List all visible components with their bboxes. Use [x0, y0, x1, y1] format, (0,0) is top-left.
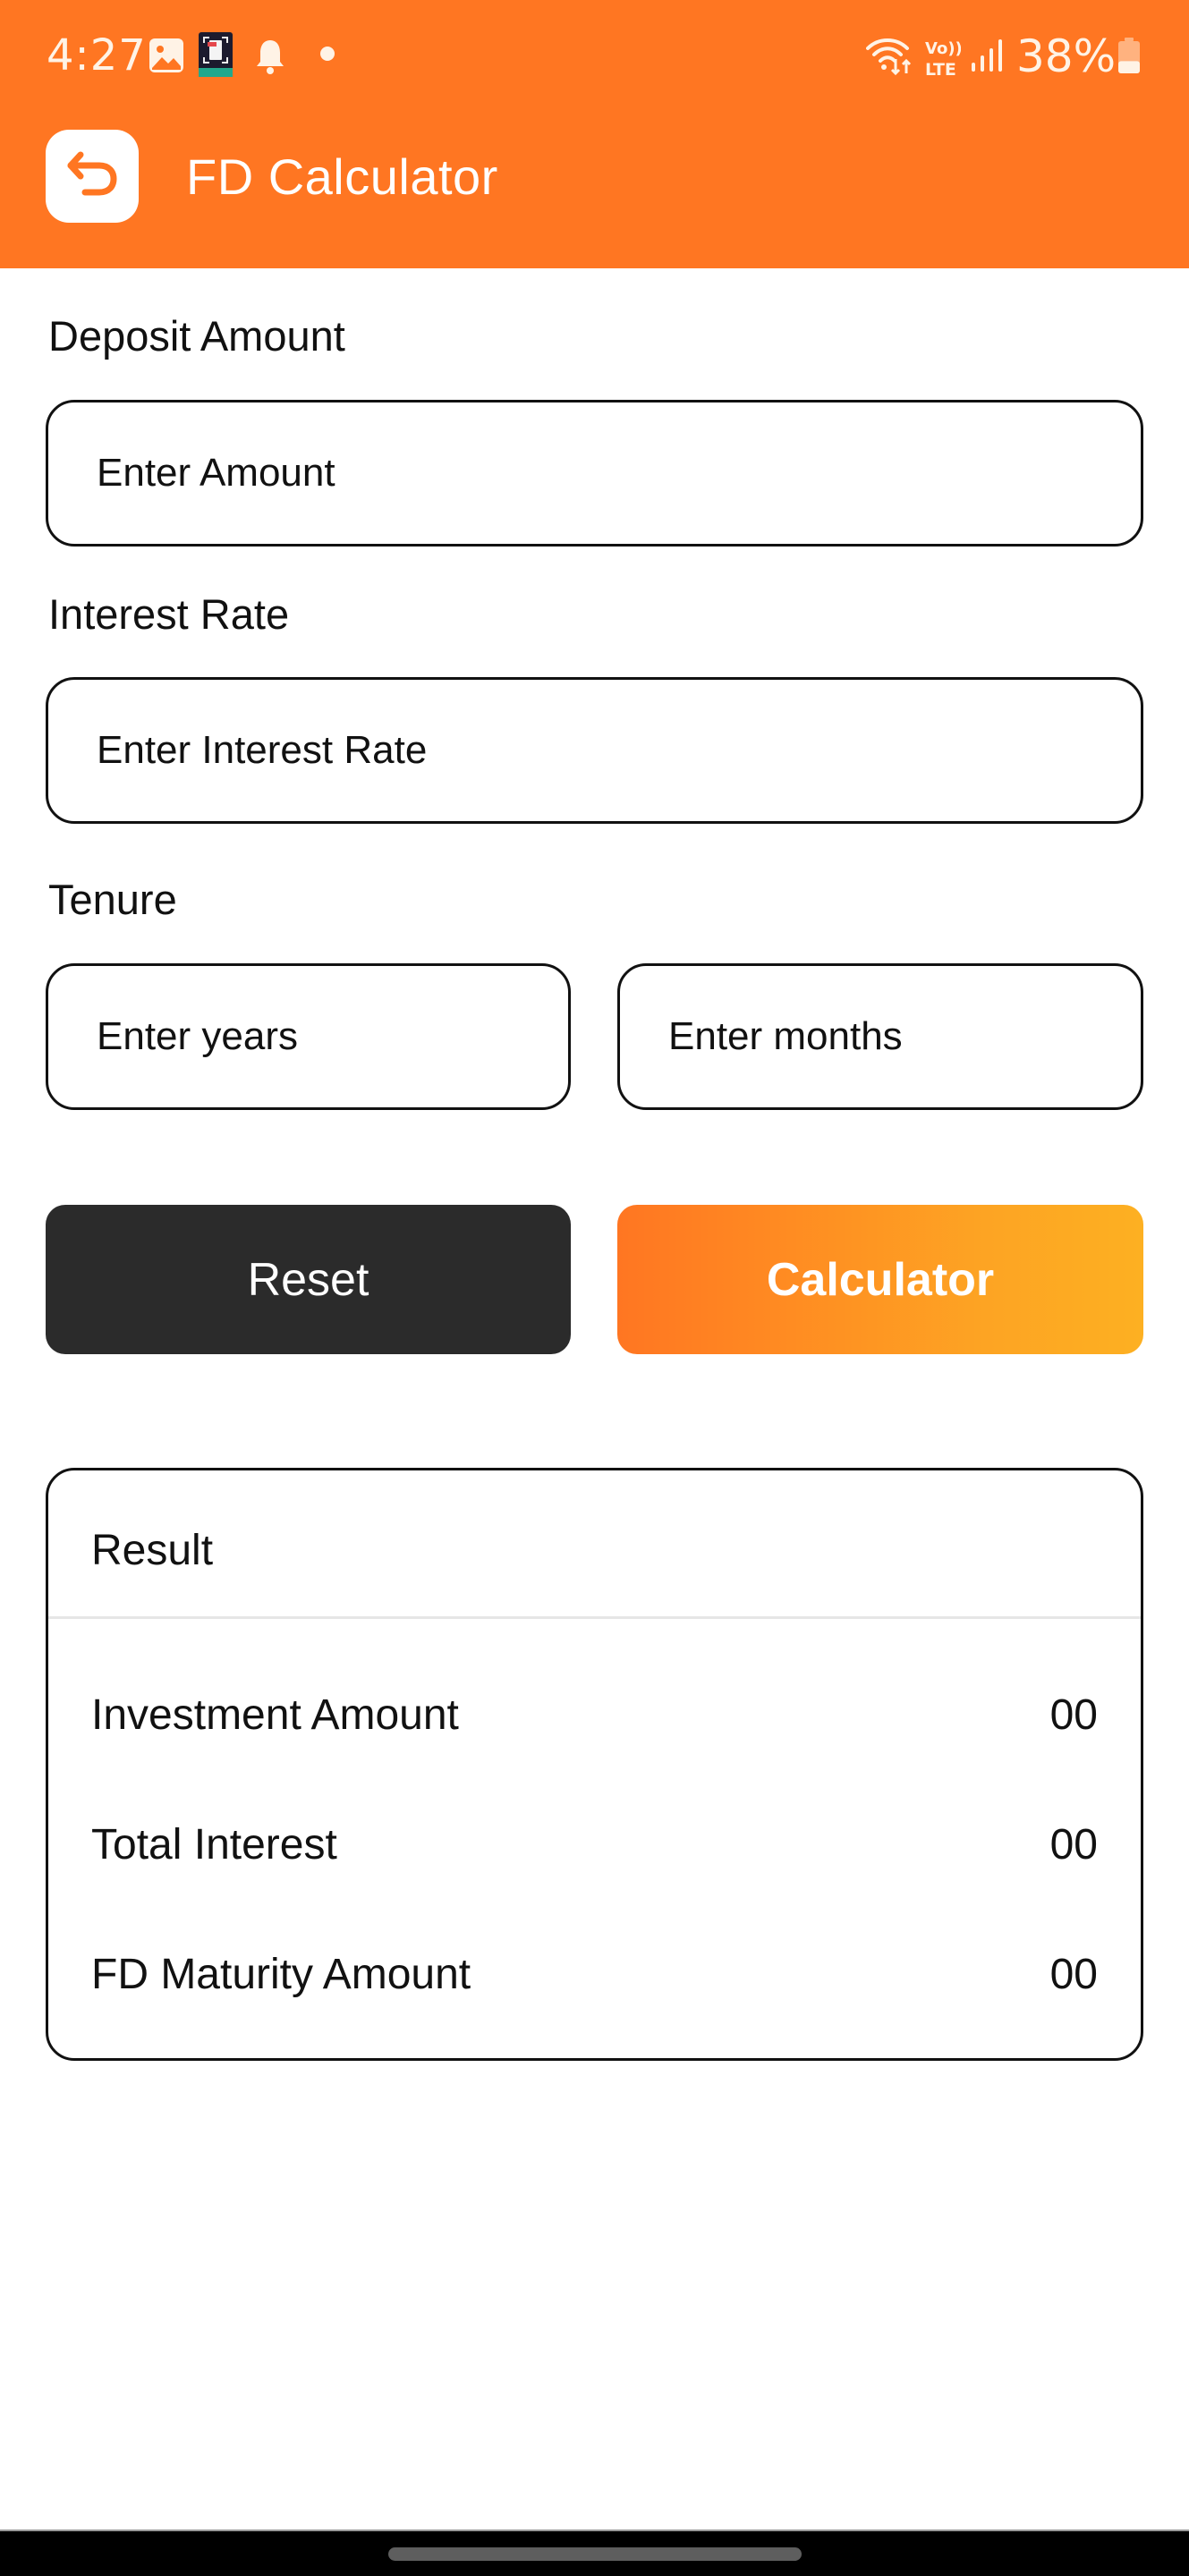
signal-icon [970, 38, 1006, 73]
app-bar: FD Calculator [0, 112, 1189, 268]
result-card: Result Investment Amount 00 Total Intere… [46, 1468, 1143, 2061]
result-label: Total Interest [91, 1820, 337, 1868]
result-value: 00 [1049, 1820, 1098, 1868]
svg-text:Vo)): Vo)) [925, 39, 961, 58]
result-row-maturity-amount: FD Maturity Amount 00 [91, 1947, 1098, 2001]
back-button[interactable] [46, 130, 139, 223]
system-navigation-bar [0, 2529, 1189, 2576]
battery-icon [1118, 38, 1140, 73]
wifi-icon [866, 36, 916, 77]
pdf-scanner-app-icon [199, 32, 233, 77]
battery-percentage: 38% [1016, 30, 1117, 82]
svg-text:LTE: LTE [925, 60, 956, 77]
reset-button[interactable]: Reset [46, 1205, 571, 1354]
deposit-amount-input[interactable] [46, 400, 1143, 547]
volte-lte-icon: Vo)) LTE [923, 38, 963, 80]
status-time: 4:27 [47, 30, 147, 80]
calculate-button[interactable]: Calculator [617, 1205, 1143, 1354]
result-divider [48, 1616, 1141, 1619]
back-arrow-icon [64, 148, 121, 206]
notification-dot-icon [320, 47, 335, 61]
result-row-investment-amount: Investment Amount 00 [91, 1688, 1098, 1741]
result-title: Result [91, 1527, 214, 1574]
interest-rate-label: Interest Rate [48, 590, 290, 638]
tenure-years-input[interactable] [46, 963, 571, 1110]
page-title: FD Calculator [186, 148, 498, 205]
result-row-total-interest: Total Interest 00 [91, 1818, 1098, 1871]
status-bar: 4:27 Vo)) LTE 38% [0, 0, 1189, 112]
interest-rate-input[interactable] [46, 677, 1143, 824]
home-gesture-handle[interactable] [388, 2547, 802, 2561]
result-label: FD Maturity Amount [91, 1950, 471, 1998]
deposit-amount-label: Deposit Amount [48, 312, 345, 360]
tenure-months-input[interactable] [617, 963, 1143, 1110]
tenure-label: Tenure [48, 876, 177, 923]
result-value: 00 [1049, 1690, 1098, 1739]
result-label: Investment Amount [91, 1690, 459, 1739]
result-value: 00 [1049, 1950, 1098, 1998]
gallery-icon [149, 38, 184, 73]
notification-bell-icon [254, 38, 286, 75]
